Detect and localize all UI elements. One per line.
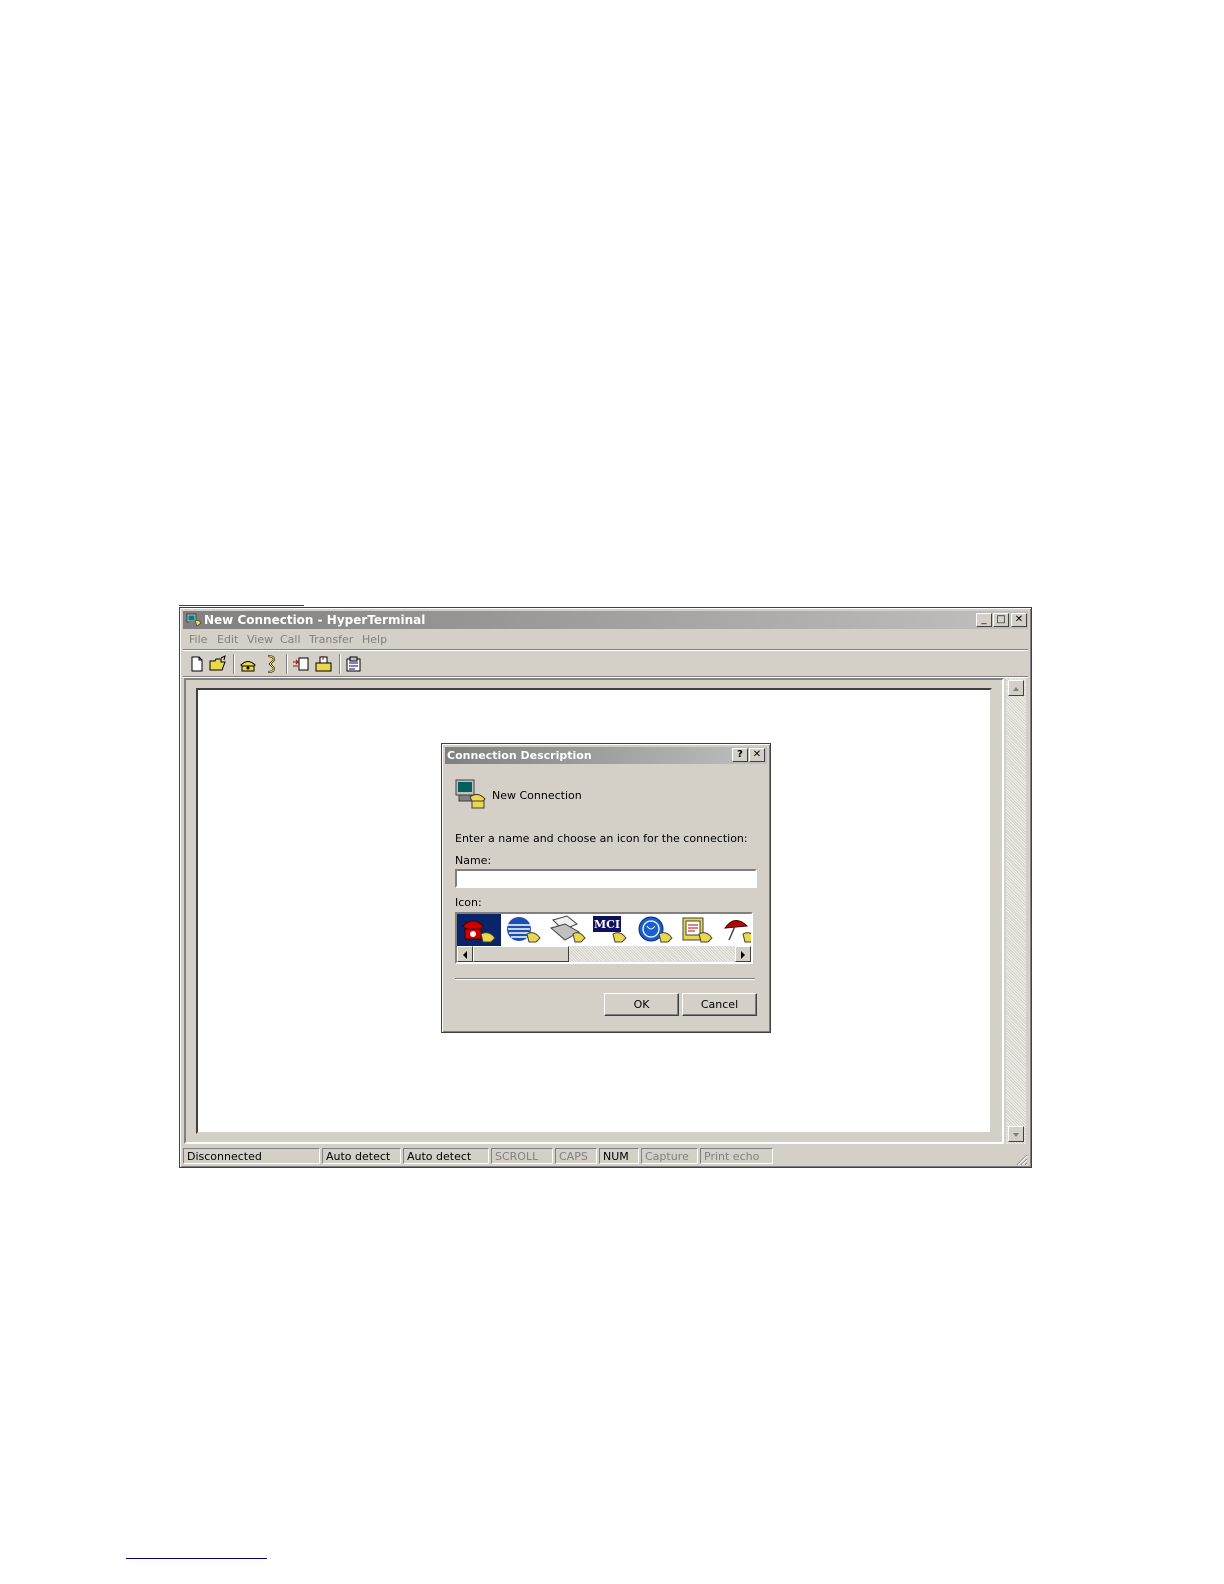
call-phone-icon[interactable] [238, 654, 258, 674]
menubar: File Edit View Call Transfer Help [183, 631, 1028, 649]
ok-button[interactable]: OK [604, 993, 679, 1016]
name-input[interactable] [455, 869, 757, 888]
help-button[interactable]: ? [732, 748, 748, 762]
ge-globe-icon[interactable] [633, 914, 677, 946]
status-print-echo: Print echo [700, 1148, 773, 1164]
connection-description-dialog: Connection Description ? ✕ New Connectio… [441, 743, 771, 1033]
fax-machine-icon[interactable] [545, 914, 589, 946]
window-title: New Connection - HyperTerminal [204, 613, 426, 627]
arrow-right-icon [741, 951, 745, 959]
statusbar: Disconnected Auto detect Auto detect SCR… [183, 1147, 1028, 1166]
status-emulation: Auto detect [322, 1148, 401, 1164]
status-port-settings: Auto detect [403, 1148, 489, 1164]
new-connection-label: New Connection [492, 789, 582, 802]
scroll-up-button[interactable] [1008, 680, 1024, 696]
instruction-text: Enter a name and choose an icon for the … [455, 832, 748, 845]
cancel-button[interactable]: Cancel [682, 993, 757, 1016]
arrow-left-icon [463, 951, 467, 959]
status-connection: Disconnected [183, 1148, 320, 1164]
arrow-down-icon [1013, 1133, 1019, 1137]
scroll-thumb[interactable] [473, 946, 569, 962]
red-phone-icon[interactable] [457, 914, 501, 946]
name-label: Name: [455, 854, 492, 867]
send-file-icon[interactable] [291, 654, 311, 674]
status-capture: Capture [641, 1148, 698, 1164]
toolbar-separator [233, 654, 235, 674]
scroll-right-button[interactable] [735, 946, 751, 962]
toolbar-separator [339, 654, 341, 674]
document-phone-icon[interactable] [677, 914, 721, 946]
new-document-icon[interactable] [187, 654, 207, 674]
menu-edit[interactable]: Edit [217, 633, 238, 646]
resize-grip-icon[interactable] [1014, 1151, 1028, 1166]
menu-separator [183, 649, 1028, 651]
svg-text:MCI: MCI [594, 918, 620, 931]
icon-list[interactable]: MCI [455, 912, 753, 964]
mci-icon[interactable]: MCI [589, 914, 633, 946]
hyperterminal-app-icon [186, 612, 202, 628]
menu-transfer[interactable]: Transfer [309, 633, 353, 646]
new-connection-icon [454, 777, 488, 811]
scroll-down-button[interactable] [1008, 1126, 1024, 1142]
menu-help[interactable]: Help [362, 633, 387, 646]
umbrella-icon[interactable] [721, 914, 751, 946]
dialog-close-button[interactable]: ✕ [749, 748, 765, 762]
icon-horizontal-scrollbar[interactable] [457, 946, 751, 962]
dialog-titlebar[interactable]: Connection Description ? ✕ [445, 747, 767, 764]
footnote-rule [126, 1558, 267, 1559]
menu-file[interactable]: File [189, 633, 207, 646]
window-titlebar[interactable]: New Connection - HyperTerminal _ □ ✕ [183, 611, 1028, 629]
status-caps: CAPS [555, 1148, 597, 1164]
properties-icon[interactable] [344, 654, 364, 674]
vertical-scrollbar[interactable] [1006, 678, 1026, 1144]
disconnect-phone-icon[interactable] [261, 654, 281, 674]
menu-call[interactable]: Call [280, 633, 301, 646]
maximize-button[interactable]: □ [993, 613, 1009, 627]
arrow-up-icon [1013, 687, 1019, 691]
open-folder-icon[interactable] [208, 654, 228, 674]
menu-view[interactable]: View [247, 633, 273, 646]
page-rule [179, 605, 304, 606]
toolbar-separator [286, 654, 288, 674]
icon-label: Icon: [455, 896, 482, 909]
close-button[interactable]: ✕ [1011, 613, 1027, 627]
status-num: NUM [599, 1148, 639, 1164]
scroll-left-button[interactable] [457, 946, 473, 962]
receive-file-icon[interactable] [314, 654, 334, 674]
minimize-button[interactable]: _ [976, 613, 992, 627]
status-scroll: SCROLL [491, 1148, 553, 1164]
dialog-divider [455, 978, 755, 980]
toolbar [183, 652, 1028, 676]
att-globe-icon[interactable] [501, 914, 545, 946]
dialog-title: Connection Description [447, 749, 592, 762]
